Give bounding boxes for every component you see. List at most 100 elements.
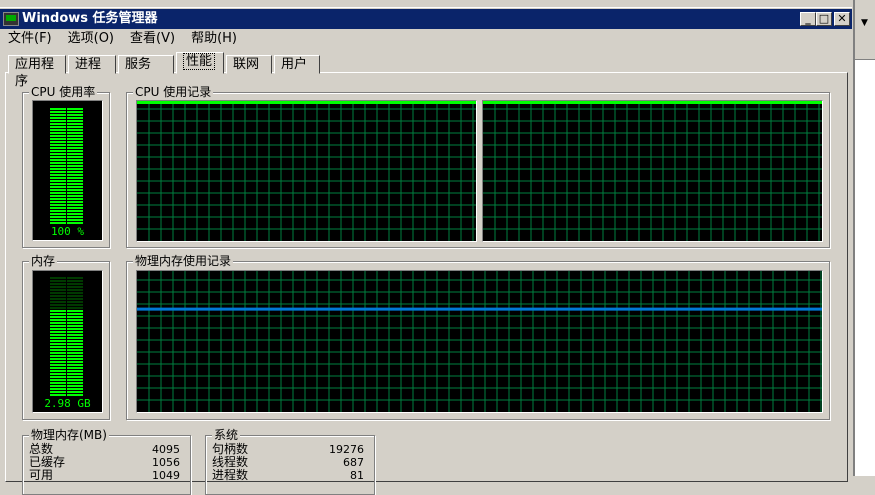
memory-meter-segment bbox=[67, 337, 83, 339]
cpu-meter-segment bbox=[67, 210, 83, 212]
menu-file[interactable]: 文件(F) bbox=[0, 30, 60, 48]
top-strip bbox=[0, 0, 852, 8]
system-label: 系统 bbox=[212, 428, 241, 442]
cpu-meter-segment bbox=[67, 153, 83, 155]
cpu-meter-segment bbox=[67, 120, 83, 122]
cpu-meter-segment bbox=[67, 177, 83, 179]
memory-meter-segment bbox=[67, 298, 83, 300]
memory-meter-segment bbox=[50, 280, 66, 282]
memory-meter-segment bbox=[50, 364, 66, 366]
cpu-meter-segment bbox=[50, 147, 66, 149]
maximize-button[interactable]: □ bbox=[816, 12, 832, 26]
memory-meter-segment bbox=[67, 376, 83, 378]
tab-applications[interactable]: 应用程序 bbox=[8, 55, 66, 89]
memory-meter-segment bbox=[50, 343, 66, 345]
cpu-meter-segment bbox=[67, 156, 83, 158]
memory-meter-segment bbox=[67, 352, 83, 354]
cpu-meter-segment bbox=[50, 144, 66, 146]
memory-meter-segment bbox=[67, 307, 83, 309]
cpu-usage-value: 100 % bbox=[50, 225, 85, 238]
cpu-meter-segment bbox=[50, 195, 66, 197]
cpu-meter-segment bbox=[67, 126, 83, 128]
memory-meter-segment bbox=[50, 310, 66, 312]
memory-meter-segment bbox=[50, 289, 66, 291]
menu-bar: 文件(F) 选项(O) 查看(V) 帮助(H) bbox=[0, 30, 245, 48]
tab-users[interactable]: 用户 bbox=[274, 55, 320, 74]
memory-meter-segment bbox=[50, 379, 66, 381]
memory-meter-segment bbox=[50, 361, 66, 363]
memory-history-group: 物理内存使用记录 bbox=[126, 254, 830, 420]
system-group: 系统 句柄数 19276 线程数 687 进程数 81 bbox=[205, 428, 375, 495]
cpu-meter-segment bbox=[67, 165, 83, 167]
memory-meter-segment bbox=[50, 277, 66, 279]
memory-meter-segment bbox=[67, 349, 83, 351]
cpu-meter-segment bbox=[67, 123, 83, 125]
memory-meter-segment bbox=[67, 379, 83, 381]
dropdown-arrow-icon[interactable]: ▼ bbox=[861, 18, 868, 28]
title-bar[interactable]: Windows 任务管理器 bbox=[0, 9, 852, 29]
cpu-meter-segment bbox=[67, 114, 83, 116]
cpu-meter-segment bbox=[50, 132, 66, 134]
memory-meter-segment bbox=[50, 352, 66, 354]
cpu-meter-segment bbox=[50, 180, 66, 182]
memory-meter-segment bbox=[50, 328, 66, 330]
memory-meter-segment bbox=[50, 307, 66, 309]
memory-meter-segment bbox=[50, 376, 66, 378]
memory-meter-segment bbox=[67, 346, 83, 348]
cpu-meter-segment bbox=[67, 150, 83, 152]
cpu-meter-segment bbox=[67, 192, 83, 194]
cpu-meter-segment bbox=[50, 111, 66, 113]
cpu-meter-segment bbox=[50, 189, 66, 191]
memory-meter-segment bbox=[67, 286, 83, 288]
physical-memory-label: 物理内存(MB) bbox=[29, 428, 109, 442]
memory-meter-segment bbox=[50, 355, 66, 357]
menu-options[interactable]: 选项(O) bbox=[60, 30, 122, 48]
cpu-usage-label: CPU 使用率 bbox=[29, 85, 98, 99]
memory-meter-segment bbox=[50, 370, 66, 372]
cpu-meter-segment bbox=[50, 117, 66, 119]
cpu-meter-segment bbox=[50, 138, 66, 140]
cpu-meter-segment bbox=[50, 204, 66, 206]
close-button[interactable]: ✕ bbox=[834, 12, 850, 26]
cpu-meter-segment bbox=[50, 120, 66, 122]
window-title: Windows 任务管理器 bbox=[22, 11, 158, 26]
memory-meter-segment bbox=[67, 355, 83, 357]
tab-processes[interactable]: 进程 bbox=[68, 55, 116, 74]
memory-meter-segment bbox=[50, 331, 66, 333]
cpu-meter-segment bbox=[67, 159, 83, 161]
memory-meter-segment bbox=[50, 322, 66, 324]
cpu-meter-segment bbox=[50, 201, 66, 203]
memory-group: 内存 2.98 GB bbox=[22, 254, 110, 420]
memory-meter-segment bbox=[67, 319, 83, 321]
cpu-meter-segment bbox=[50, 174, 66, 176]
cpu-meter-segment bbox=[67, 168, 83, 170]
minimize-button[interactable]: _ bbox=[800, 12, 816, 26]
memory-meter-segment bbox=[67, 292, 83, 294]
memory-meter-segment bbox=[67, 373, 83, 375]
tab-performance[interactable]: 性能 bbox=[176, 52, 224, 74]
cpu-meter-segment bbox=[67, 141, 83, 143]
memory-meter-segment bbox=[50, 334, 66, 336]
memory-history-graph bbox=[136, 270, 823, 413]
cpu-meter-segment bbox=[50, 207, 66, 209]
cpu-meter-segment bbox=[50, 219, 66, 221]
memory-meter-segment bbox=[50, 373, 66, 375]
cpu-history-group: CPU 使用记录 bbox=[126, 85, 830, 248]
tab-services[interactable]: 服务 bbox=[118, 55, 174, 74]
cpu-meter-segment bbox=[67, 183, 83, 185]
cpu-meter-segment bbox=[50, 153, 66, 155]
memory-meter-segment bbox=[50, 316, 66, 318]
menu-help[interactable]: 帮助(H) bbox=[183, 30, 245, 48]
memory-meter-segment bbox=[67, 325, 83, 327]
cpu-meter-segment bbox=[67, 132, 83, 134]
menu-view[interactable]: 查看(V) bbox=[122, 30, 183, 48]
cpu-meter-segment bbox=[50, 171, 66, 173]
cpu-meter-segment bbox=[50, 222, 66, 224]
memory-meter-segment bbox=[67, 304, 83, 306]
memory-meter-segment bbox=[50, 346, 66, 348]
cpu-meter-segment bbox=[67, 213, 83, 215]
memory-meter-segment bbox=[67, 301, 83, 303]
memory-meter-segment bbox=[50, 304, 66, 306]
tab-networking[interactable]: 联网 bbox=[226, 55, 272, 74]
cpu-meter-segment bbox=[67, 198, 83, 200]
